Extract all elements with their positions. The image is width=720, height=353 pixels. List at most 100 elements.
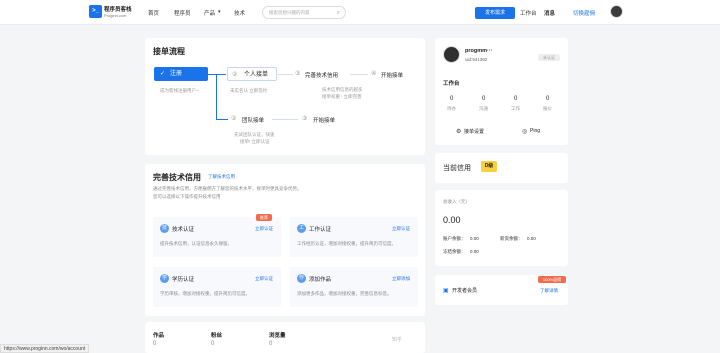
step-team-start-label: 开始接单 (313, 118, 336, 124)
credit-intro: 通过完善技术信用，方便雇佣方了解您的技术水平，接单时更具竞争优势。 (153, 186, 302, 191)
member-details-link[interactable]: 了解详情 (540, 288, 558, 294)
search-icon[interactable]: ⌕ (337, 10, 340, 17)
flow-connector (216, 119, 228, 120)
search-box[interactable]: 搜索您想兴趣的内容 ⌕ (262, 6, 346, 19)
member-label: 开发者会员 (452, 288, 478, 294)
chevron-down-icon: ▾ (218, 9, 221, 15)
step-credit-num: ③ (295, 71, 301, 77)
ping-icon: ◎ (522, 129, 528, 135)
status-url: https://www.proginn.com/wo/account (0, 344, 90, 353)
counter-label: 沟通 (479, 106, 488, 111)
new-balance-label: 新资余额： (500, 236, 523, 241)
counter-value[interactable]: 0 (450, 96, 453, 102)
stat-label: 浏览量 (269, 333, 286, 339)
nav-workbench[interactable]: 工作台 (520, 9, 537, 17)
flow-connector (216, 74, 217, 119)
rebate-badge: 100%返佣 (538, 276, 566, 283)
credit-intro-2: 您可以选择以下操作提升技术信用 (153, 194, 221, 199)
nav-products[interactable]: 产品 (204, 9, 215, 17)
counter-label: 待办 (447, 106, 456, 111)
cert-item-action[interactable]: 立即认证 (392, 226, 410, 232)
step-credit-desc-2[interactable]: 接单权重↑ 立即完善 (322, 94, 362, 100)
recommend-badge: 推荐 (256, 214, 272, 221)
step-personal-label: 个人接单 (244, 72, 269, 78)
cert-item-action[interactable]: 立即添加 (392, 276, 410, 282)
member-icon: ▣ (443, 288, 449, 294)
flow-card (145, 38, 425, 155)
search-input[interactable]: 搜索您想兴趣的内容 (269, 10, 310, 16)
user-name[interactable]: progmm··· (465, 48, 493, 54)
step-team-desc-2[interactable]: 接单! 立即认证 (240, 139, 270, 145)
workbench-title: 工作台 (443, 81, 460, 87)
cert-item-action[interactable]: 立即认证 (255, 226, 273, 232)
cert-item[interactable]: 学 学历认证 立即认证 学历审核，增加对接权重，提升简历可信度。 (153, 267, 281, 307)
watermark: 知乎 (392, 337, 403, 343)
cert-item-desc: 提升技术信用，认证信息永久保留。 (160, 241, 232, 246)
logo-icon[interactable]: >_ (89, 5, 102, 18)
stat-label: 粉丝 (211, 333, 223, 339)
step-register: ✓ 注册 (154, 67, 208, 81)
cert-item[interactable]: 工 工作认证 立即认证 工作经历认证，增加对接权重，提升简历可信度。 (290, 217, 418, 257)
logo-title[interactable]: 程序员客栈 (104, 5, 132, 13)
flow-connector (208, 74, 226, 75)
step-register-desc: 成为客栈注册用户~ (160, 88, 199, 93)
learn-credit-link[interactable]: 了解技术信用 (208, 174, 235, 180)
stat-label: 作品 (153, 333, 165, 339)
frozen-balance-value: 0.00 (470, 249, 479, 254)
ping-link[interactable]: Ping (530, 128, 540, 134)
cert-item-name: 技术认证 (172, 227, 195, 233)
counter-label: 报价 (543, 106, 552, 111)
stat-value[interactable]: 0 (153, 341, 156, 347)
publish-button[interactable]: 发布需求 (475, 7, 515, 19)
credit-level-badge: D级 (481, 161, 497, 172)
counter-value[interactable]: 0 (514, 96, 517, 102)
switch-employer-link[interactable]: 切换雇佣 (573, 9, 595, 17)
counter-value[interactable]: 0 (482, 96, 485, 102)
nav-coders[interactable]: 程序员 (174, 9, 191, 17)
cert-item-desc: 添加更多作品，增加对接权重，完善信息标签。 (297, 291, 392, 296)
stat-value[interactable]: 0 (211, 341, 214, 347)
account-balance-value: 0.00 (470, 236, 479, 241)
account-balance-label: 账户余额： (443, 236, 466, 241)
credit-level-label: 当前信用 (443, 165, 471, 172)
avatar[interactable] (610, 5, 623, 18)
step-personal[interactable]: ② 个人接单 (227, 67, 277, 81)
nav-tech[interactable]: 技术 (234, 9, 245, 17)
works-add-icon: 作 (297, 274, 306, 283)
step-personal-num: ② (232, 72, 238, 78)
step-team-num: ② (231, 116, 237, 122)
flow-connector (350, 74, 368, 75)
cert-item-name: 工作认证 (309, 227, 332, 233)
step-start-num: ④ (371, 71, 377, 77)
income-label: 总收入（元） (443, 199, 470, 204)
order-settings-link[interactable]: 接单设置 (464, 128, 484, 135)
gear-icon: ⚙ (456, 129, 462, 135)
frozen-balance-label: 冻结余额： (443, 249, 466, 254)
cert-item[interactable]: 技 技术认证 立即认证 提升技术信用，认证信息永久保留。 (153, 217, 281, 257)
flow-title: 接单流程 (153, 47, 185, 56)
step-register-label: 注册 (170, 71, 183, 77)
work-cert-icon: 工 (297, 224, 306, 233)
counter-value[interactable]: 0 (546, 96, 549, 102)
nav-messages[interactable]: 消息 (544, 9, 555, 17)
counter-label: 工作 (511, 106, 520, 111)
status-badge: 未认证 (538, 54, 560, 61)
cert-item[interactable]: 作 添加作品 立即添加 添加更多作品，增加对接权重，完善信息标签。 (290, 267, 418, 307)
step-team-start-num: ③ (302, 116, 308, 122)
stat-value[interactable]: 0 (269, 341, 272, 347)
cert-item-desc: 学历审核，增加对接权重，提升简历可信度。 (160, 291, 250, 296)
tech-cert-icon: 技 (160, 224, 169, 233)
step-team-desc: 先试团队认证，快速 (234, 132, 275, 137)
nav-home[interactable]: 首页 (148, 9, 159, 17)
edu-cert-icon: 学 (160, 274, 169, 283)
new-balance-value: 0.00 (527, 236, 536, 241)
step-credit-label: 完善技术信用 (305, 73, 339, 79)
cert-item-desc: 工作经历认证，增加对接权重，提升简历可信度。 (297, 241, 396, 246)
check-icon: ✓ (160, 71, 166, 77)
avatar[interactable] (443, 46, 460, 63)
user-uid: uid:941392 (465, 57, 488, 62)
logo-subtitle: Proginn.com (104, 13, 127, 18)
step-team-label[interactable]: 团队接单 (242, 116, 264, 124)
step-personal-desc[interactable]: 未实名认 立即签约 (230, 88, 267, 94)
cert-item-action[interactable]: 立即认证 (255, 276, 273, 282)
